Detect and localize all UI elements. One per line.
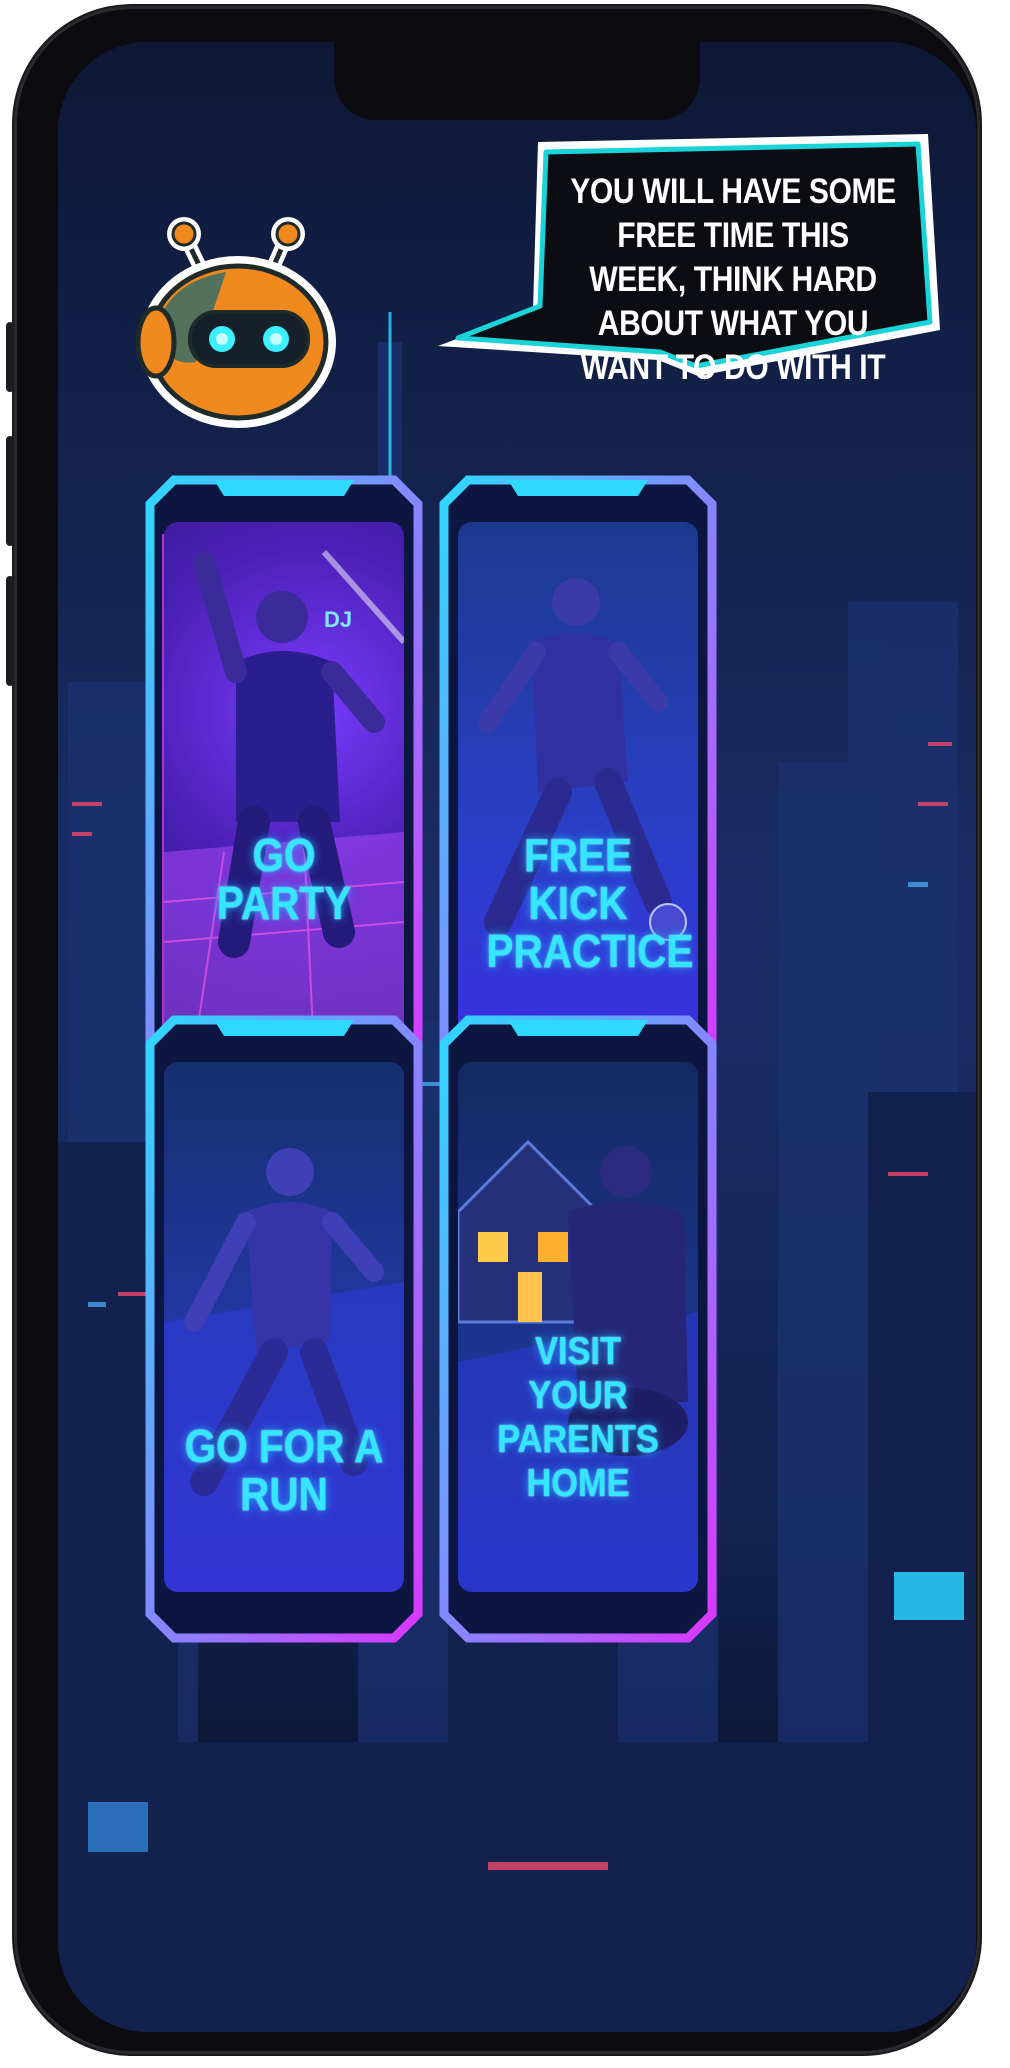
choice-label: FREE KICK PRACTICE <box>486 829 694 977</box>
dj-sign: DJ <box>324 607 352 632</box>
choice-label: GO FOR A RUN <box>184 1420 384 1520</box>
notch <box>334 42 700 120</box>
assistant-message: YOU WILL HAVE SOME FREE TIME THIS WEEK, … <box>570 172 896 387</box>
choice-card-go-for-a-run[interactable]: GO FOR A RUN <box>144 1014 424 1644</box>
volume-down-button <box>6 576 14 686</box>
choice-card-visit-your-parents-home[interactable]: VISIT YOUR PARENTS HOME <box>438 1014 718 1644</box>
robot-mascot-icon <box>135 217 336 428</box>
choice-card-go-party[interactable]: DJ GO PARTY <box>144 474 424 1104</box>
game-screen: YOU WILL HAVE SOME FREE TIME THIS WEEK, … <box>58 42 976 2032</box>
choice-label: GO PARTY <box>216 829 352 929</box>
choice-label: VISIT YOUR PARENTS HOME <box>497 1330 659 1505</box>
phone-frame: YOU WILL HAVE SOME FREE TIME THIS WEEK, … <box>6 6 980 2054</box>
dancing-party-illustration: DJ <box>164 550 404 1052</box>
side-button <box>6 322 14 392</box>
speech-bubble: YOU WILL HAVE SOME FREE TIME THIS WEEK, … <box>428 130 948 390</box>
volume-up-button <box>6 436 14 546</box>
choice-card-free-kick-practice[interactable]: FREE KICK PRACTICE <box>438 474 718 1104</box>
house-visit-illustration <box>458 1139 698 1592</box>
